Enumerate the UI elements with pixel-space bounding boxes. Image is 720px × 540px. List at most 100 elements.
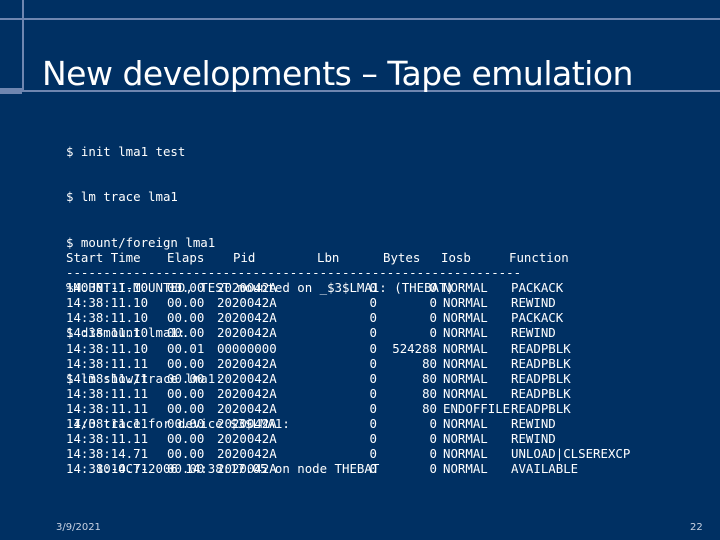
cell-pid: 2020042A <box>217 355 277 371</box>
cell-elaps: 00.00 <box>167 370 205 386</box>
column-header-function: Function <box>509 250 569 265</box>
cell-pid: 2020042A <box>217 400 277 416</box>
cell-time: 14:38:11.10 <box>66 325 149 341</box>
cell-elaps: 00.00 <box>167 461 205 477</box>
cell-pid: 2020042A <box>217 310 277 326</box>
cell-lbn: 0 <box>369 325 377 341</box>
cell-lbn: 0 <box>369 370 377 386</box>
cell-lbn: 0 <box>369 385 377 401</box>
cell-pid: 2020042A <box>217 295 277 311</box>
cell-pid: 00000000 <box>217 340 277 356</box>
cell-function: AVAILABLE <box>511 461 579 477</box>
cell-elaps: 00.00 <box>167 416 205 432</box>
table-row: 14:38:14.71 00.00 2020042A 0 0 NORMAL UNLOAD|C… <box>66 446 661 461</box>
cell-elaps: 00.00 <box>167 295 205 311</box>
cell-iosb: NORMAL <box>443 295 488 311</box>
cell-elaps: 00.00 <box>167 400 205 416</box>
table-row: 14:38:11.10 00.00 2020042A 0 0 NORMAL REWIND <box>66 325 661 340</box>
cell-iosb: NORMAL <box>443 461 488 477</box>
cell-function: READPBLK <box>511 340 571 356</box>
console-line: $ init lma1 test <box>66 144 186 160</box>
table-row: 14:38:11.11 00.00 2020042A 0 80 NORMAL READPBL… <box>66 371 661 386</box>
cell-lbn: 0 <box>369 446 377 462</box>
cell-time: 14:38:11.10 <box>66 340 149 356</box>
column-header-elaps: Elaps <box>167 250 205 265</box>
cell-time: 14:38:14.71 <box>66 461 149 477</box>
cell-bytes: 524288 <box>392 340 437 356</box>
cell-time: 14:38:14.71 <box>66 446 149 462</box>
cell-elaps: 00.01 <box>167 340 205 356</box>
cell-iosb: NORMAL <box>443 370 488 386</box>
cell-lbn: 0 <box>369 416 377 432</box>
cell-pid: 2020042A <box>217 370 277 386</box>
cell-lbn: 0 <box>369 431 377 447</box>
cell-time: 14:38:11.11 <box>66 355 149 371</box>
table-row: 14:38:11.10 00.00 2020042A 0 0 NORMAL PACKACK <box>66 280 661 295</box>
console-line: $ lm trace lma1 <box>66 189 178 205</box>
console-line: $ mount/foreign lma1 <box>66 234 216 250</box>
cell-lbn: 0 <box>369 340 377 356</box>
decorative-top-rule <box>22 18 720 20</box>
cell-elaps: 00.00 <box>167 431 205 447</box>
cell-time: 14:38:11.10 <box>66 280 149 296</box>
cell-time: 14:38:11.11 <box>66 370 149 386</box>
footer-date: 3/9/2021 <box>56 522 101 533</box>
cell-pid: 2020042A <box>217 461 277 477</box>
cell-pid: 2020042A <box>217 385 277 401</box>
cell-function: REWIND <box>511 295 556 311</box>
table-row: 14:38:11.11 00.00 2020042A 0 0 NORMAL REWIND <box>66 416 661 431</box>
cell-elaps: 00.00 <box>167 280 205 296</box>
table-row: 14:38:11.11 00.00 2020042A 0 80 NORMAL READPBL… <box>66 386 661 401</box>
table-row: 14:38:11.11 00.00 2020042A 0 80 ENDOFFILE READ… <box>66 401 661 416</box>
cell-time: 14:38:11.10 <box>66 310 149 326</box>
column-header-bytes: Bytes <box>383 250 421 265</box>
cell-function: REWIND <box>511 416 556 432</box>
cell-iosb: NORMAL <box>443 416 488 432</box>
cell-lbn: 0 <box>369 400 377 416</box>
cell-bytes: 80 <box>422 370 437 386</box>
table-header-row: Start Time Elaps Pid Lbn Bytes Iosb Func… <box>66 250 661 265</box>
cell-function: READPBLK <box>511 385 571 401</box>
decorative-side-rule <box>22 18 24 90</box>
io-trace-table: Start Time Elaps Pid Lbn Bytes Iosb Func… <box>66 250 661 476</box>
cell-function: READPBLK <box>511 370 571 386</box>
cell-iosb: NORMAL <box>443 385 488 401</box>
table-row: 14:38:11.10 00.01 00000000 0 524288 NORMAL REA… <box>66 341 661 356</box>
cell-iosb: NORMAL <box>443 340 488 356</box>
footer-page-number: 22 <box>690 522 703 533</box>
cell-function: UNLOAD|CLSEREXCP <box>511 446 631 462</box>
cell-iosb: NORMAL <box>443 325 488 341</box>
cell-function: PACKACK <box>511 280 564 296</box>
cell-function: PACKACK <box>511 310 564 326</box>
cell-time: 14:38:11.11 <box>66 431 149 447</box>
cell-function: REWIND <box>511 325 556 341</box>
cell-time: 14:38:11.11 <box>66 400 149 416</box>
decorative-title-accent <box>0 88 22 94</box>
cell-lbn: 0 <box>369 461 377 477</box>
column-header-pid: Pid <box>233 250 256 265</box>
cell-lbn: 0 <box>369 355 377 371</box>
cell-function: READPBLK <box>511 355 571 371</box>
cell-bytes: 80 <box>422 385 437 401</box>
cell-iosb: NORMAL <box>443 310 488 326</box>
column-header-lbn: Lbn <box>317 250 340 265</box>
table-row: 14:38:11.10 00.00 2020042A 0 0 NORMAL PACKACK <box>66 310 661 325</box>
cell-iosb: NORMAL <box>443 280 488 296</box>
cell-elaps: 00.00 <box>167 310 205 326</box>
cell-time: 14:38:11.10 <box>66 295 149 311</box>
cell-time: 14:38:11.11 <box>66 385 149 401</box>
cell-time: 14:38:11.11 <box>66 416 149 432</box>
cell-lbn: 0 <box>369 295 377 311</box>
table-divider: ----------------------------------------… <box>66 265 522 281</box>
cell-elaps: 00.00 <box>167 385 205 401</box>
cell-bytes: 0 <box>429 310 437 326</box>
cell-iosb: NORMAL <box>443 355 488 371</box>
cell-iosb: NORMAL <box>443 446 488 462</box>
cell-elaps: 00.00 <box>167 325 205 341</box>
cell-bytes: 0 <box>429 325 437 341</box>
cell-pid: 2020042A <box>217 431 277 447</box>
cell-bytes: 0 <box>429 461 437 477</box>
table-row: 14:38:14.71 00.00 2020042A 0 0 NORMAL AVAILABL… <box>66 461 661 476</box>
cell-function: REWIND <box>511 431 556 447</box>
cell-bytes: 0 <box>429 431 437 447</box>
